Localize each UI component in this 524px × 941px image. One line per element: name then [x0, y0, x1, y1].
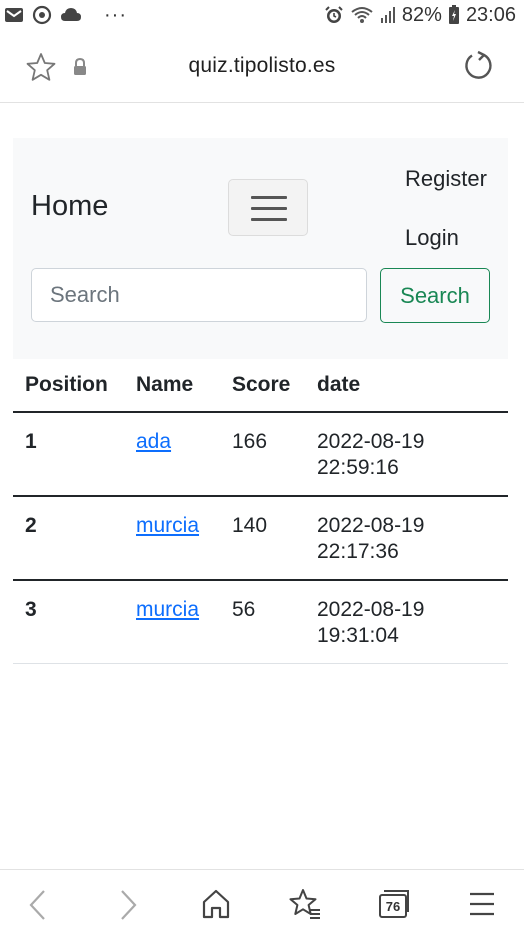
- cloud-icon: [60, 7, 82, 23]
- signal-icon: [380, 6, 396, 24]
- cell-date: 2022-08-19 22:17:36: [317, 513, 424, 565]
- table-header: Position Name Score date: [13, 359, 508, 413]
- sync-icon: [32, 5, 52, 25]
- cell-date-time: 19:31:04: [317, 624, 399, 647]
- cell-score: 166: [232, 430, 268, 453]
- cell-score: 56: [232, 598, 256, 621]
- cell-date: 2022-08-19 19:31:04: [317, 597, 424, 649]
- cell-date-day: 2022-08-19: [317, 514, 425, 537]
- table-row: 3 murcia 56 2022-08-19 19:31:04: [13, 581, 508, 664]
- cell-position: 1: [25, 430, 37, 453]
- table-row: 1 ada 166 2022-08-19 22:59:16: [13, 413, 508, 497]
- browser-address-bar: quiz.tipolisto.es: [0, 30, 524, 103]
- mail-icon: [4, 6, 24, 24]
- header-position: Position: [25, 373, 108, 396]
- cell-date-day: 2022-08-19: [317, 598, 425, 621]
- cell-name-link[interactable]: murcia: [136, 597, 199, 623]
- header-name: Name: [136, 373, 194, 396]
- cell-date-day: 2022-08-19: [317, 430, 425, 453]
- header-date: date: [317, 373, 361, 396]
- cell-date-time: 22:17:36: [317, 540, 399, 563]
- status-time: 23:06: [465, 3, 516, 26]
- cell-score: 140: [232, 514, 268, 537]
- menu-icon[interactable]: [469, 888, 495, 925]
- search-button[interactable]: Search: [380, 268, 490, 323]
- cell-position: 2: [25, 514, 37, 537]
- more-notifications-dots: ···: [104, 3, 127, 26]
- status-bar-left: ···: [0, 4, 127, 27]
- cell-name-link[interactable]: murcia: [136, 513, 199, 539]
- navbar-toggler-button[interactable]: [228, 179, 308, 236]
- battery-icon: [448, 5, 460, 25]
- hamburger-icon: [251, 196, 287, 199]
- url-text[interactable]: quiz.tipolisto.es: [0, 54, 524, 78]
- wifi-icon: [350, 6, 374, 24]
- tabs-count: 76: [385, 899, 401, 914]
- login-link[interactable]: Login: [405, 225, 459, 251]
- table-row: 2 murcia 140 2022-08-19 22:17:36: [13, 497, 508, 581]
- home-icon[interactable]: [201, 888, 231, 925]
- header-score: Score: [232, 373, 291, 396]
- status-bar: ··· 82% 23:06: [0, 0, 524, 30]
- forward-icon[interactable]: [116, 888, 140, 927]
- brand-home-link[interactable]: Home: [31, 190, 108, 223]
- cell-position: 3: [25, 598, 37, 621]
- cell-date-time: 22:59:16: [317, 456, 399, 479]
- reload-icon[interactable]: [462, 50, 494, 87]
- cell-name-link[interactable]: ada: [136, 429, 171, 455]
- ranking-table: Position Name Score date 1 ada 166 2022-…: [13, 359, 508, 664]
- site-navbar: Home Register Login Search: [13, 138, 508, 359]
- browser-bottom-nav: 76: [0, 869, 524, 941]
- search-input[interactable]: [31, 268, 367, 322]
- back-icon[interactable]: [26, 888, 50, 927]
- register-link[interactable]: Register: [405, 166, 487, 192]
- bookmarks-icon[interactable]: [288, 888, 322, 925]
- battery-percent: 82%: [401, 3, 442, 26]
- alarm-icon: [324, 5, 344, 25]
- cell-date: 2022-08-19 22:59:16: [317, 429, 424, 481]
- status-bar-right: 82% 23:06: [324, 4, 524, 27]
